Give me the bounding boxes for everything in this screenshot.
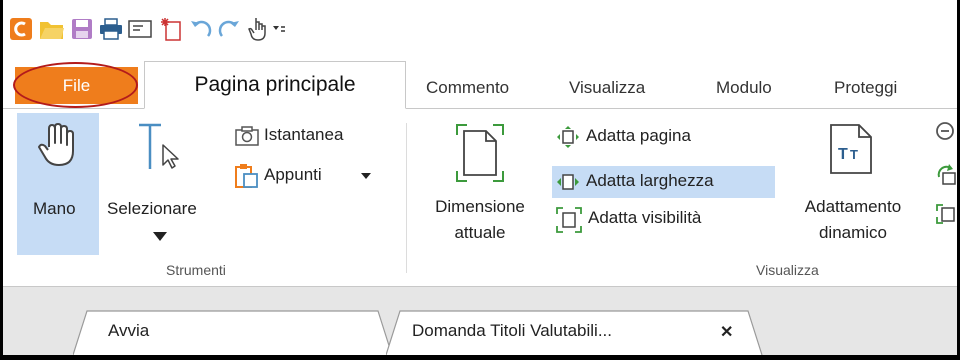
- tab-document[interactable]: Domanda Titoli Valutabili...: [412, 321, 612, 341]
- tab-modulo[interactable]: Modulo: [716, 69, 772, 107]
- svg-text:T: T: [838, 146, 848, 163]
- adatta-pagina-button[interactable]: Adatta pagina: [552, 121, 775, 153]
- tab-proteggi[interactable]: Proteggi: [834, 69, 897, 107]
- istantanea-label: Istantanea: [264, 125, 344, 144]
- appunti-label: Appunti: [264, 165, 322, 184]
- tab-visualizza[interactable]: Visualizza: [569, 69, 645, 107]
- app-logo-icon[interactable]: [8, 16, 34, 42]
- attuale-label: attuale: [454, 223, 506, 242]
- dimensione-label: Dimensione: [435, 197, 525, 216]
- print-icon[interactable]: [98, 16, 124, 42]
- ribbon-panel: Mano Selezionare Istantanea Appunti Stru…: [3, 109, 957, 287]
- adatta-visibilita-button[interactable]: Adatta visibilità: [552, 203, 775, 235]
- tab-pagina-principale[interactable]: Pagina principale: [144, 61, 406, 109]
- adatta-pagina-label: Adatta pagina: [586, 126, 691, 145]
- selezionare-label: Selezionare: [107, 199, 197, 218]
- close-tab-icon[interactable]: ✕: [720, 322, 733, 342]
- fit-visible-icon: [556, 207, 582, 233]
- tab-commento[interactable]: Commento: [426, 69, 509, 107]
- save-icon[interactable]: [69, 16, 95, 42]
- dinamico-label: dinamico: [818, 223, 888, 242]
- adatta-larghezza-label: Adatta larghezza: [586, 171, 714, 190]
- redo-icon[interactable]: [216, 16, 242, 42]
- actual-size-icon: [456, 124, 504, 182]
- new-icon[interactable]: [158, 16, 184, 42]
- properties-icon[interactable]: [127, 16, 153, 42]
- tab-file[interactable]: File: [15, 67, 138, 104]
- group-label-visualizza: Visualizza: [756, 262, 819, 278]
- open-folder-icon[interactable]: [39, 16, 65, 42]
- mano-button[interactable]: Mano: [17, 113, 99, 255]
- zoom-out-icon[interactable]: [935, 121, 957, 143]
- group-separator: [406, 123, 407, 273]
- svg-text:T: T: [850, 147, 858, 162]
- text-select-icon: [139, 123, 179, 169]
- quick-access-toolbar: [3, 0, 957, 57]
- adatta-larghezza-button[interactable]: Adatta larghezza: [552, 166, 775, 198]
- undo-icon[interactable]: [188, 16, 214, 42]
- camera-icon: [235, 126, 259, 146]
- dimensione-attuale-button[interactable]: Dimensione attuale: [417, 113, 543, 255]
- selezionare-button[interactable]: Selezionare: [107, 113, 225, 255]
- hand-tool-icon[interactable]: [246, 16, 272, 42]
- fit-width-icon: [557, 174, 579, 190]
- rotate-icon[interactable]: [935, 163, 957, 185]
- appunti-button[interactable]: Appunti: [235, 161, 395, 191]
- customize-icon[interactable]: [271, 16, 287, 42]
- fit-page-icon: [557, 126, 579, 148]
- application-window: File Pagina principale Commento Visualiz…: [3, 0, 957, 355]
- reflow-icon: T T: [830, 124, 872, 174]
- istantanea-button[interactable]: Istantanea: [235, 123, 395, 151]
- clipboard-icon: [235, 164, 258, 188]
- adattamento-dinamico-button[interactable]: T T Adattamento dinamico: [783, 113, 923, 255]
- hand-icon: [38, 123, 74, 166]
- adatta-visibilita-label: Adatta visibilità: [588, 208, 702, 227]
- adattamento-label: Adattamento: [804, 197, 902, 216]
- tab-avvia[interactable]: Avvia: [108, 321, 149, 341]
- chevron-down-icon: [153, 232, 167, 241]
- mano-label: Mano: [33, 199, 76, 218]
- document-tab-bar: Avvia Domanda Titoli Valutabili... ✕: [3, 287, 957, 355]
- chevron-down-icon: [361, 173, 371, 179]
- group-label-strumenti: Strumenti: [166, 262, 226, 278]
- crop-icon[interactable]: [935, 203, 957, 225]
- ribbon-tabs: File Pagina principale Commento Visualiz…: [3, 57, 957, 109]
